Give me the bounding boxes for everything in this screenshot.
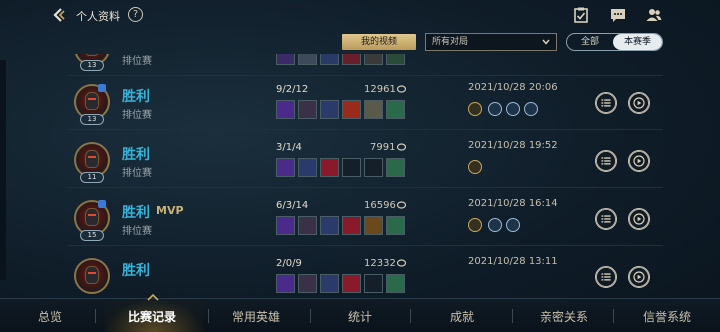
list-icon[interactable] <box>595 266 617 288</box>
match-row-partial[interactable]: 13 排位赛 <box>68 54 663 76</box>
match-datetime: 2021/10/28 16:14 <box>468 198 558 209</box>
list-icon[interactable] <box>595 150 617 172</box>
hero-level-badge: 13 <box>80 114 104 125</box>
gold-coin-icon <box>397 85 406 93</box>
medal-icon <box>468 160 482 174</box>
nav-divider <box>512 309 513 323</box>
mvp-label: MVP <box>156 204 184 217</box>
nav-intimacy[interactable]: 亲密关系 <box>540 308 588 325</box>
match-mode: 排位赛 <box>122 56 152 67</box>
nav-divider <box>310 309 311 323</box>
match-row[interactable]: 15 胜利 MVP 排位赛 6/3/14 16596 2021/10/28 16… <box>68 192 663 246</box>
chevron-down-icon <box>542 39 550 45</box>
nav-divider <box>95 309 96 323</box>
chat-bubble-icon[interactable] <box>610 7 626 23</box>
medal-icon <box>468 102 482 116</box>
chevron-left-icon[interactable] <box>52 7 70 23</box>
match-mode: 排位赛 <box>122 168 152 179</box>
match-row[interactable]: 11 胜利 排位赛 3/1/4 7991 2021/10/28 19:52 <box>68 134 663 188</box>
match-datetime: 2021/10/28 20:06 <box>468 82 558 93</box>
gold-amount: 16596 <box>364 200 396 211</box>
season-toggle: 全部 本赛季 <box>566 33 663 51</box>
match-result: 胜利 <box>122 263 150 279</box>
match-result: 胜利 <box>122 147 150 163</box>
match-mode: 排位赛 <box>122 110 152 121</box>
match-row[interactable]: 13 胜利 排位赛 9/2/12 12961 2021/10/28 20:06 <box>68 76 663 130</box>
season-all-tab[interactable]: 全部 <box>567 34 613 50</box>
gold-amount: 12332 <box>364 258 396 269</box>
hero-level-badge: 13 <box>80 60 104 71</box>
match-mode: 排位赛 <box>122 226 152 237</box>
play-icon[interactable] <box>628 208 650 230</box>
rank-icon <box>98 84 106 92</box>
gold-amount: 12961 <box>364 84 396 95</box>
top-bar: 个人资料 ? <box>0 0 720 30</box>
match-type-select[interactable]: 所有对局 <box>425 33 557 51</box>
season-current-tab[interactable]: 本赛季 <box>613 34 662 50</box>
gold-coin-icon <box>397 201 406 209</box>
nav-stats[interactable]: 统计 <box>348 308 372 325</box>
bottom-nav: 总览 比赛记录 常用英雄 统计 成就 亲密关系 信誉系统 <box>0 293 720 332</box>
item-build <box>276 274 408 294</box>
left-edge-strip <box>0 60 6 280</box>
medal-icon <box>488 102 502 116</box>
item-build <box>276 54 408 66</box>
my-video-button[interactable]: 我的视频 <box>342 34 416 50</box>
gold-coin-icon <box>397 259 406 267</box>
kda: 3/1/4 <box>276 142 302 153</box>
item-build <box>276 216 408 236</box>
rank-icon <box>98 200 106 208</box>
kda: 2/0/9 <box>276 258 302 269</box>
medal-icon <box>506 102 520 116</box>
play-icon[interactable] <box>628 92 650 114</box>
hero-level-badge: 15 <box>80 230 104 241</box>
match-result: 胜利 <box>122 89 150 105</box>
chevron-up-icon <box>147 293 159 301</box>
nav-reputation[interactable]: 信誉系统 <box>643 308 691 325</box>
match-row[interactable]: 胜利 2/0/9 12332 2021/10/28 13:11 <box>68 250 663 296</box>
play-icon[interactable] <box>628 266 650 288</box>
match-type-value: 所有对局 <box>432 37 469 47</box>
nav-match-history[interactable]: 比赛记录 <box>128 308 176 325</box>
nav-common-heroes[interactable]: 常用英雄 <box>232 308 280 325</box>
hero-level-badge: 11 <box>80 172 104 183</box>
nav-achievements[interactable]: 成就 <box>450 308 474 325</box>
hero-avatar <box>74 258 110 294</box>
match-datetime: 2021/10/28 19:52 <box>468 140 558 151</box>
play-icon[interactable] <box>628 150 650 172</box>
item-build <box>276 158 408 178</box>
nav-divider <box>613 309 614 323</box>
clipboard-check-icon[interactable] <box>573 7 589 23</box>
medal-icon <box>468 218 482 232</box>
nav-divider <box>208 309 209 323</box>
gold-coin-icon <box>397 143 406 151</box>
kda: 6/3/14 <box>276 200 309 211</box>
kda: 9/2/12 <box>276 84 309 95</box>
list-icon[interactable] <box>595 92 617 114</box>
gold-amount: 7991 <box>370 142 396 153</box>
match-list: 13 排位赛 13 胜利 排位赛 9/2/12 12961 2021/10/28… <box>68 54 663 296</box>
item-build <box>276 100 408 120</box>
page-title: 个人资料 <box>76 10 120 23</box>
nav-divider <box>410 309 411 323</box>
friends-icon[interactable] <box>646 7 662 23</box>
question-icon[interactable]: ? <box>128 7 143 22</box>
medal-icon <box>488 218 502 232</box>
medal-icon <box>506 218 520 232</box>
medal-icon <box>524 102 538 116</box>
match-datetime: 2021/10/28 13:11 <box>468 256 558 267</box>
match-result: 胜利 <box>122 205 150 221</box>
list-icon[interactable] <box>595 208 617 230</box>
nav-overview[interactable]: 总览 <box>38 308 62 325</box>
